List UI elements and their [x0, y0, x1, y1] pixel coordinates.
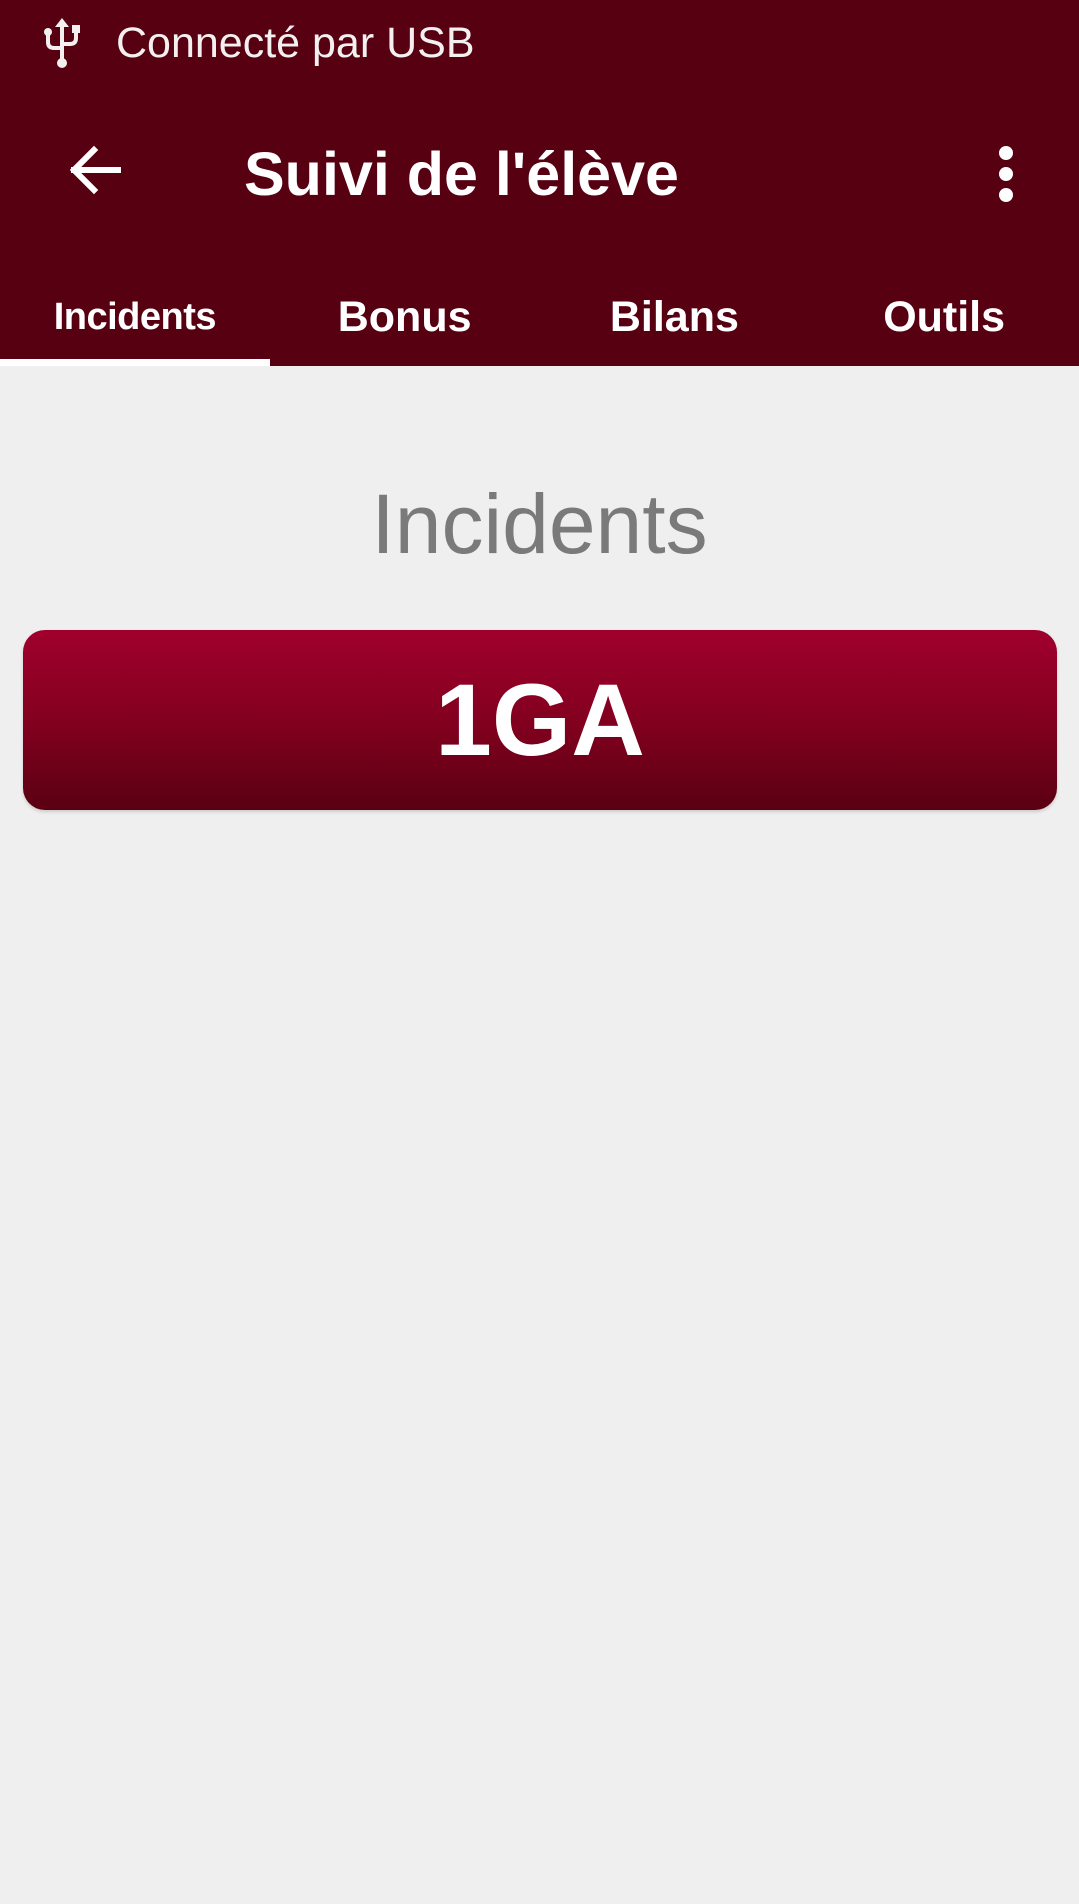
- tab-outils[interactable]: Outils: [809, 266, 1079, 366]
- status-text: Connecté par USB: [116, 19, 475, 67]
- more-vertical-icon: [996, 144, 1016, 208]
- section-heading: Incidents: [371, 477, 708, 571]
- class-button-label: 1GA: [435, 663, 645, 777]
- page-title: Suivi de l'élève: [244, 140, 679, 208]
- back-button[interactable]: [48, 126, 140, 218]
- usb-icon: [40, 16, 84, 68]
- tab-bonus[interactable]: Bonus: [270, 266, 540, 366]
- tab-label: Bonus: [337, 293, 472, 341]
- status-bar: Connecté par USB: [0, 0, 1079, 86]
- tab-label: Outils: [883, 293, 1006, 341]
- class-button-1ga[interactable]: 1GA: [23, 630, 1057, 810]
- tab-bar: Incidents Bonus Bilans Outils: [0, 266, 1079, 366]
- main-content: Incidents 1GA: [0, 366, 1079, 1904]
- app-bar: Suivi de l'élève Incidents Bonus Bilans …: [0, 86, 1079, 366]
- tab-incidents[interactable]: Incidents: [0, 266, 270, 366]
- more-options-button[interactable]: [976, 134, 1036, 218]
- arrow-back-icon: [64, 140, 124, 204]
- tab-indicator: [0, 359, 270, 366]
- tab-label: Incidents: [53, 296, 217, 338]
- tab-label: Bilans: [609, 293, 739, 341]
- tab-bilans[interactable]: Bilans: [540, 266, 810, 366]
